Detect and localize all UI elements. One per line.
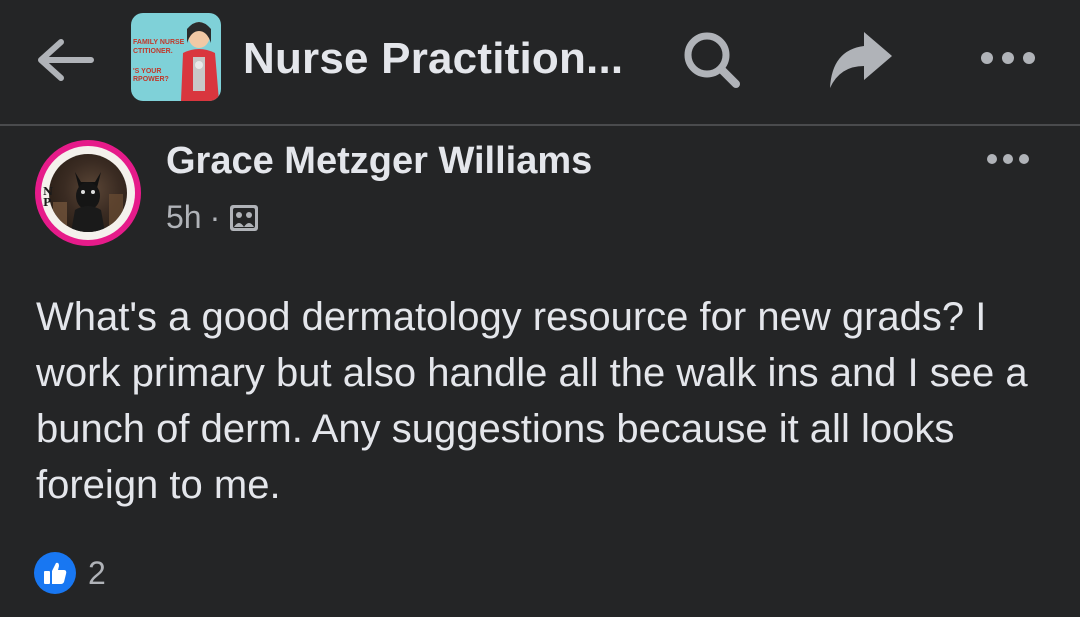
like-reaction-badge — [34, 552, 76, 594]
more-options-button[interactable] — [973, 38, 1043, 78]
group-title[interactable]: Nurse Practition... — [243, 34, 623, 84]
search-button[interactable] — [680, 28, 744, 92]
arrow-left-icon — [38, 39, 94, 81]
nurse-illustration — [181, 22, 219, 101]
avatar-badge-text: NP — [43, 185, 54, 209]
top-app-bar: FAMILY NURSE CTITIONER. 'S YOUR RPOWER? … — [0, 0, 1080, 126]
reaction-count: 2 — [88, 554, 106, 591]
post-options-button[interactable] — [983, 145, 1033, 173]
author-avatar[interactable]: NP — [35, 140, 141, 246]
avatar-frame: NP — [41, 146, 135, 240]
share-button[interactable] — [826, 28, 896, 92]
post-author-name[interactable]: Grace Metzger Williams — [166, 140, 592, 183]
group-cover-thumbnail[interactable]: FAMILY NURSE CTITIONER. 'S YOUR RPOWER? — [131, 13, 221, 101]
post-text: What's a good dermatology resource for n… — [36, 295, 1028, 507]
dog-photo — [53, 172, 123, 232]
more-horizontal-icon — [981, 52, 1035, 64]
back-button[interactable] — [30, 30, 100, 90]
share-arrow-icon — [830, 32, 892, 88]
post-meta: 5h · — [166, 199, 260, 236]
facebook-group-post-screen: FAMILY NURSE CTITIONER. 'S YOUR RPOWER? … — [0, 0, 1080, 617]
reactions-summary[interactable]: 2 — [34, 552, 106, 594]
post-timestamp[interactable]: 5h — [166, 199, 202, 236]
search-icon — [684, 32, 740, 88]
thumbs-up-icon — [44, 562, 67, 584]
avatar-photo — [49, 154, 127, 232]
group-audience-icon — [230, 204, 259, 231]
more-horizontal-icon — [987, 154, 1029, 164]
meta-separator: · — [209, 199, 221, 235]
